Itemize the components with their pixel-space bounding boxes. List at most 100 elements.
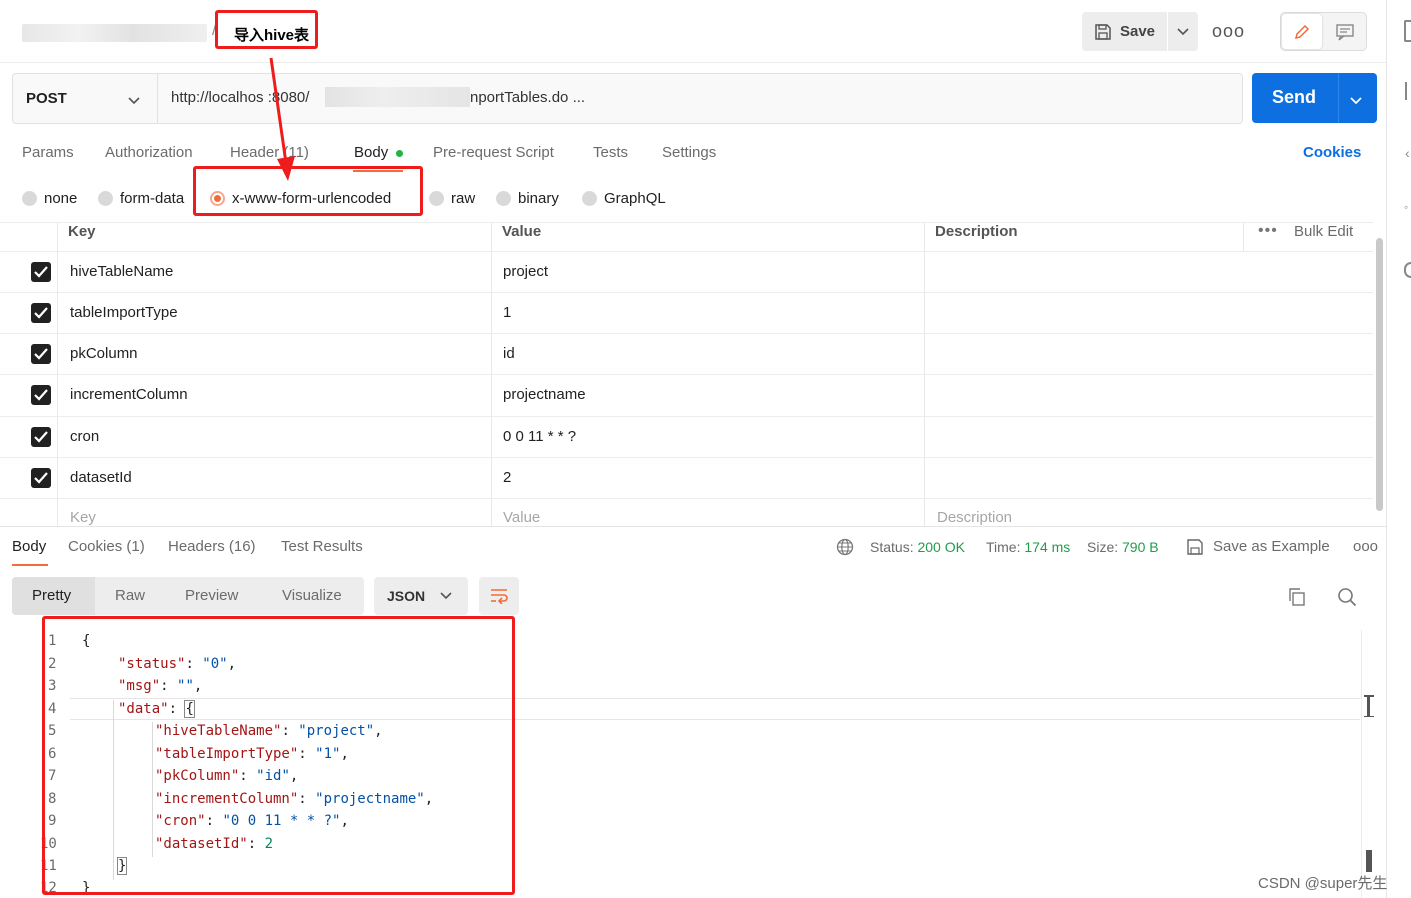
- row-checkbox[interactable]: [31, 427, 51, 447]
- param-key[interactable]: tableImportType: [70, 304, 178, 321]
- row-checkbox[interactable]: [31, 344, 51, 364]
- watermark: CSDN @super先生: [1258, 875, 1388, 892]
- chevron-down-icon: [440, 592, 452, 600]
- more-options-button[interactable]: ooo: [1212, 21, 1245, 42]
- radio-label: x-www-form-urlencoded: [232, 190, 392, 207]
- save-icon: [1095, 23, 1111, 40]
- viewer-tab-pretty[interactable]: Pretty: [32, 587, 71, 604]
- radio-dot: [429, 191, 444, 206]
- viewer-tab-visualize[interactable]: Visualize: [282, 587, 342, 604]
- cookies-link[interactable]: Cookies: [1303, 144, 1361, 161]
- wrap-lines-button[interactable]: [479, 577, 519, 615]
- radio-dot: [98, 191, 113, 206]
- new-description-input[interactable]: Description: [937, 509, 1012, 526]
- params-scrollbar[interactable]: [1376, 238, 1383, 511]
- radio-label: form-data: [120, 190, 185, 207]
- chevron-down-icon: [1177, 27, 1189, 35]
- copy-icon[interactable]: [1287, 587, 1307, 607]
- param-key[interactable]: incrementColumn: [70, 386, 188, 403]
- radio-label: binary: [518, 190, 559, 207]
- scroll-marker-top: [1364, 695, 1374, 717]
- row-checkbox[interactable]: [31, 385, 51, 405]
- radio-raw[interactable]: raw: [429, 190, 475, 207]
- new-key-input[interactable]: Key: [70, 509, 96, 526]
- viewer-tab-raw[interactable]: Raw: [115, 587, 145, 604]
- side-panel-icon[interactable]: [1404, 262, 1411, 278]
- time-readout[interactable]: Time: 174 ms: [986, 539, 1070, 555]
- url-input[interactable]: [157, 73, 1243, 124]
- comment-icon: [1336, 23, 1354, 41]
- annotation-arrow: [269, 57, 295, 181]
- side-panel-chevron-icon[interactable]: ‹: [1405, 145, 1410, 161]
- row-divider: [0, 251, 1373, 252]
- new-value-input[interactable]: Value: [503, 509, 540, 526]
- param-key[interactable]: pkColumn: [70, 345, 138, 362]
- bulk-edit-button[interactable]: Bulk Edit: [1294, 223, 1353, 240]
- side-panel-icon[interactable]: ◦: [1404, 200, 1408, 214]
- param-value[interactable]: 0 0 11 * * ?: [503, 428, 576, 445]
- url-text-suffix: nportTables.do ...: [470, 89, 586, 106]
- response-tab-indicator: [12, 564, 48, 566]
- param-value[interactable]: project: [503, 263, 548, 280]
- param-value[interactable]: 1: [503, 304, 511, 321]
- url-blurred-segment: [325, 87, 470, 107]
- send-options-chevron-icon[interactable]: [1350, 92, 1362, 109]
- right-pane-divider: [1386, 0, 1387, 898]
- response-tab-body[interactable]: Body: [12, 538, 46, 555]
- radio-label: GraphQL: [604, 190, 666, 207]
- column-header-key: Key: [68, 223, 96, 240]
- request-title[interactable]: 导入hive表: [234, 24, 309, 45]
- check-icon: [34, 389, 48, 401]
- globe-icon[interactable]: [836, 538, 854, 556]
- param-key[interactable]: hiveTableName: [70, 263, 173, 280]
- tab-body[interactable]: Body: [354, 144, 388, 161]
- row-checkbox[interactable]: [31, 468, 51, 488]
- viewer-tab-preview[interactable]: Preview: [185, 587, 238, 604]
- param-key[interactable]: cron: [70, 428, 99, 445]
- side-panel-icon[interactable]: [1404, 20, 1411, 42]
- pencil-icon: [1294, 24, 1310, 39]
- tab-params[interactable]: Params: [22, 144, 74, 161]
- save-dropdown-button[interactable]: [1168, 12, 1198, 51]
- param-key[interactable]: datasetId: [70, 469, 132, 486]
- param-value[interactable]: 2: [503, 469, 511, 486]
- tab-authorization[interactable]: Authorization: [105, 144, 193, 161]
- radio-form-data[interactable]: form-data: [98, 190, 184, 207]
- save-as-example-button[interactable]: Save as Example: [1213, 538, 1330, 555]
- row-checkbox[interactable]: [31, 262, 51, 282]
- radio-binary[interactable]: binary: [496, 190, 559, 207]
- check-icon: [34, 307, 48, 319]
- top-divider: [0, 62, 1386, 63]
- tab-settings[interactable]: Settings: [662, 144, 716, 161]
- radio-label: raw: [451, 190, 476, 207]
- check-icon: [34, 472, 48, 484]
- radio-none[interactable]: none: [22, 190, 77, 207]
- save-button[interactable]: Save: [1082, 12, 1167, 51]
- status-readout[interactable]: Status: 200 OK: [870, 539, 965, 555]
- tab-tests[interactable]: Tests: [593, 144, 628, 161]
- size-label: Size:: [1087, 539, 1119, 555]
- response-tab-cookies[interactable]: Cookies (1): [68, 538, 145, 555]
- save-example-icon: [1187, 539, 1203, 555]
- param-value[interactable]: id: [503, 345, 515, 362]
- send-label: Send: [1272, 87, 1317, 107]
- response-tab-headers[interactable]: Headers (16): [168, 538, 256, 555]
- radio-graphql[interactable]: GraphQL: [582, 190, 666, 207]
- table-options-button[interactable]: •••: [1258, 222, 1278, 240]
- search-icon[interactable]: [1337, 587, 1357, 607]
- response-more-button[interactable]: ooo: [1353, 538, 1378, 555]
- request-response-divider[interactable]: [0, 526, 1386, 527]
- time-label: Time:: [986, 539, 1021, 555]
- documentation-mode-button[interactable]: [1326, 14, 1364, 49]
- row-divider: [0, 333, 1373, 334]
- response-tab-test-results[interactable]: Test Results: [281, 538, 363, 555]
- wrap-icon: [491, 589, 508, 604]
- row-checkbox[interactable]: [31, 303, 51, 323]
- param-value[interactable]: projectname: [503, 386, 586, 403]
- edit-mode-button[interactable]: [1282, 14, 1322, 49]
- row-divider: [0, 498, 1373, 499]
- side-panel-icon[interactable]: [1405, 82, 1411, 100]
- size-readout[interactable]: Size: 790 B: [1087, 539, 1159, 555]
- radio-x-www-form-urlencoded[interactable]: x-www-form-urlencoded: [210, 190, 391, 207]
- tab-pre-request-script[interactable]: Pre-request Script: [433, 144, 554, 161]
